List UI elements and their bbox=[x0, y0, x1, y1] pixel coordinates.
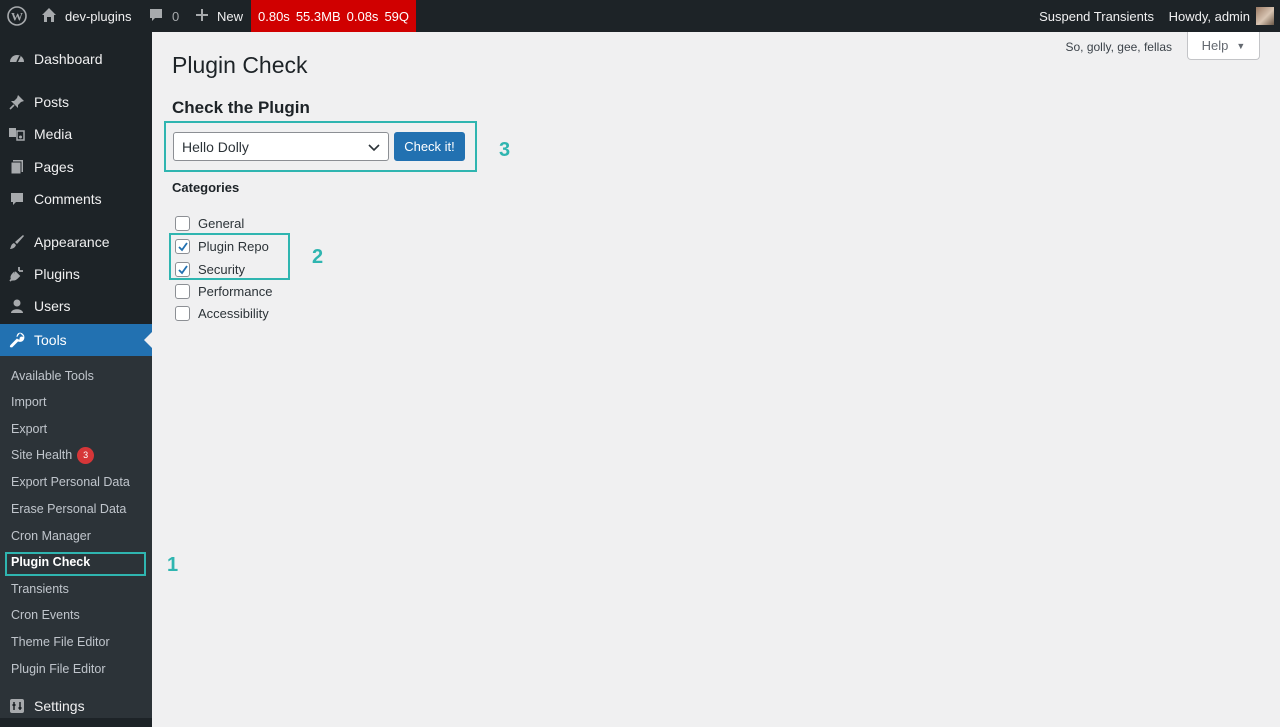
sidebar-item-label: Appearance bbox=[34, 234, 110, 250]
sidebar-item-label: Dashboard bbox=[34, 51, 103, 67]
sidebar-item-dashboard[interactable]: Dashboard bbox=[0, 43, 152, 75]
page-title: Plugin Check bbox=[172, 52, 308, 78]
annotation-number-1: 1 bbox=[167, 554, 179, 576]
svg-text:W: W bbox=[11, 10, 23, 24]
submenu-export[interactable]: Export bbox=[11, 419, 47, 439]
submenu-plugin-file-editor[interactable]: Plugin File Editor bbox=[11, 659, 106, 679]
query-monitor-stats[interactable]: 0.80s 55.3MB 0.08s 59Q bbox=[251, 0, 417, 32]
submenu-site-health-label: Site Health bbox=[11, 448, 73, 462]
qm-page-time: 0.80s bbox=[258, 8, 290, 24]
sidebar-item-label: Users bbox=[34, 298, 71, 314]
tools-submenu: Available Tools Import Export Site Healt… bbox=[0, 356, 152, 718]
highlight-categories bbox=[169, 233, 290, 280]
comments-link[interactable]: 0 bbox=[148, 0, 179, 32]
sidebar-item-label: Plugins bbox=[34, 266, 80, 282]
sidebar-item-media[interactable]: Media bbox=[0, 118, 152, 150]
admin-sidebar: Dashboard Posts Media Pages Comments App… bbox=[0, 32, 152, 727]
sidebar-item-label: Posts bbox=[34, 94, 70, 110]
plug-icon bbox=[0, 266, 34, 282]
category-label: Performance bbox=[198, 284, 273, 299]
user-icon bbox=[0, 298, 34, 314]
sidebar-item-settings[interactable]: Settings bbox=[0, 690, 152, 722]
sidebar-item-tools[interactable]: Tools bbox=[0, 324, 152, 356]
category-label: General bbox=[198, 216, 245, 231]
submenu-import[interactable]: Import bbox=[11, 392, 46, 412]
sidebar-item-comments[interactable]: Comments bbox=[0, 183, 152, 215]
sidebar-item-label: Comments bbox=[34, 191, 102, 207]
category-general[interactable]: General bbox=[175, 216, 244, 231]
comment-icon bbox=[148, 7, 164, 26]
submenu-erase-personal-data[interactable]: Erase Personal Data bbox=[11, 499, 126, 519]
checkbox-performance[interactable] bbox=[175, 284, 190, 299]
category-performance[interactable]: Performance bbox=[175, 284, 272, 299]
help-label: Help bbox=[1201, 38, 1229, 53]
checkbox-general[interactable] bbox=[175, 216, 190, 231]
avatar bbox=[1256, 7, 1274, 25]
media-icon bbox=[0, 126, 34, 142]
sidebar-item-label: Pages bbox=[34, 159, 74, 175]
submenu-available-tools[interactable]: Available Tools bbox=[11, 366, 94, 386]
site-name-label: dev-plugins bbox=[65, 8, 132, 24]
highlight-plugin-select bbox=[164, 121, 477, 172]
qm-memory: 55.3MB bbox=[295, 8, 341, 24]
pages-icon bbox=[0, 159, 34, 175]
wordpress-logo-icon[interactable]: W bbox=[7, 0, 27, 32]
category-label: Accessibility bbox=[198, 306, 269, 321]
sidebar-item-users[interactable]: Users bbox=[0, 290, 152, 322]
brush-icon bbox=[0, 234, 34, 250]
checkbox-accessibility[interactable] bbox=[175, 306, 190, 321]
comment-icon bbox=[0, 191, 34, 207]
qm-db-time: 0.08s bbox=[346, 8, 379, 24]
wrench-icon bbox=[0, 332, 34, 348]
sidebar-item-posts[interactable]: Posts bbox=[0, 86, 152, 118]
category-accessibility[interactable]: Accessibility bbox=[175, 306, 269, 321]
sidebar-item-plugins[interactable]: Plugins bbox=[0, 258, 152, 290]
help-button[interactable]: Help ▼ bbox=[1187, 32, 1260, 60]
dashboard-icon bbox=[0, 50, 34, 68]
plus-icon bbox=[195, 8, 209, 25]
sidebar-item-label: Tools bbox=[34, 332, 67, 348]
submenu-transients[interactable]: Transients bbox=[11, 579, 69, 599]
new-content-link[interactable]: New bbox=[195, 0, 243, 32]
submenu-site-health[interactable]: Site Health 3 bbox=[11, 445, 95, 465]
howdy-label: Howdy, admin bbox=[1168, 8, 1250, 24]
sidebar-item-label: Settings bbox=[34, 698, 85, 714]
comment-count: 0 bbox=[172, 8, 180, 24]
sidebar-item-label: Media bbox=[34, 126, 73, 142]
sidebar-item-appearance[interactable]: Appearance bbox=[0, 226, 152, 258]
account-menu[interactable]: Howdy, admin bbox=[1169, 0, 1274, 32]
annotation-number-2: 2 bbox=[312, 246, 324, 268]
admin-bar: W dev-plugins 0 New 0.80s 55.3MB 0.08s 5… bbox=[0, 0, 1280, 32]
section-title: Check the Plugin bbox=[172, 98, 310, 117]
site-health-badge: 3 bbox=[77, 446, 95, 464]
site-name-link[interactable]: dev-plugins bbox=[41, 0, 132, 32]
qm-queries: 59Q bbox=[384, 8, 410, 24]
submenu-cron-events[interactable]: Cron Events bbox=[11, 605, 80, 625]
hello-dolly-lyric: So, golly, gee, fellas bbox=[1065, 40, 1172, 54]
pin-icon bbox=[0, 94, 34, 110]
highlight-plugin-check-menu bbox=[5, 552, 146, 576]
sidebar-item-pages[interactable]: Pages bbox=[0, 151, 152, 183]
sliders-icon bbox=[0, 698, 34, 714]
submenu-cron-manager[interactable]: Cron Manager bbox=[11, 526, 91, 546]
new-label: New bbox=[217, 8, 244, 24]
categories-label: Categories bbox=[172, 180, 240, 195]
caret-down-icon: ▼ bbox=[1236, 40, 1246, 51]
home-icon bbox=[41, 7, 57, 26]
submenu-export-personal-data[interactable]: Export Personal Data bbox=[11, 472, 130, 492]
annotation-number-3: 3 bbox=[499, 139, 511, 161]
suspend-transients-link[interactable]: Suspend Transients bbox=[1039, 0, 1154, 32]
submenu-theme-file-editor[interactable]: Theme File Editor bbox=[11, 632, 110, 652]
